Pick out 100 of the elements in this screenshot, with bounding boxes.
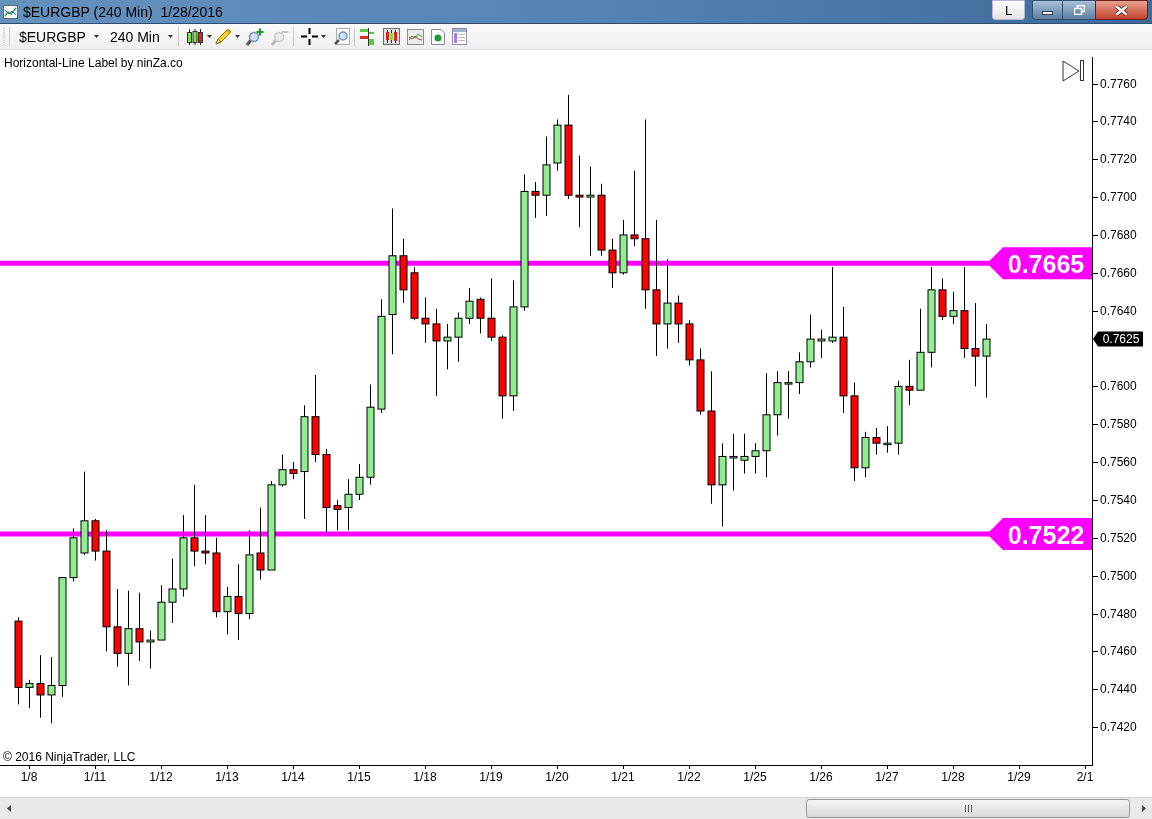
candlestick [905,359,914,406]
grip-handle[interactable] [3,28,5,45]
restore-icon [1073,5,1085,15]
zoom-in-icon[interactable] [244,27,264,46]
candlestick [696,348,705,416]
line-chart-icon[interactable] [406,28,424,45]
axis-label: 0.7640 [1100,303,1137,318]
axis-label: 1/27 [875,770,899,784]
axis-label: 0.7680 [1100,227,1137,242]
candlestick-icon [185,27,204,46]
candlestick [685,319,694,367]
axis-label: 1/20 [545,770,569,784]
axis-label: 1/8 [20,770,38,784]
crosshair-icon [300,28,318,45]
ref-line-label: 0.7665 [1007,250,1085,279]
axis-label: 0.7580 [1100,417,1137,432]
axis-label: 0.7540 [1100,492,1137,507]
minimize-icon [1042,11,1053,15]
window-title: $EURGBP (240 Min) 1/28/2016 [23,4,223,19]
left-arrow-icon [6,805,11,812]
caret-icon [93,35,99,38]
candlestick [553,118,562,172]
candlestick [69,527,78,582]
caret-icon [167,35,173,38]
candlestick [47,656,56,724]
axis-label: 0.7440 [1100,682,1137,697]
crosshair-dropdown[interactable] [300,26,326,47]
candlestick [201,514,210,565]
candlestick [399,238,408,304]
candlestick [454,312,463,363]
candlestick [410,266,419,321]
axis-label: 0.7740 [1100,114,1137,129]
last-price-marker: 0.7625 [1093,331,1143,347]
candlestick [476,296,485,334]
candlestick [487,278,496,342]
chart-style-dropdown[interactable] [185,26,212,47]
caret-icon [234,35,240,38]
right-arrow-icon [1141,805,1146,812]
axis-label: 1/26 [809,770,833,784]
axis-label: 1/21 [611,770,635,784]
magnifier-icon[interactable] [333,28,350,45]
axis-label: 1/13 [215,770,239,784]
minimize-button[interactable] [1032,0,1063,20]
axis-label: 1/29 [1007,770,1031,784]
scrollbar-track[interactable] [0,797,1152,819]
candlestick [608,238,617,289]
candlestick [223,586,232,635]
candlestick [740,433,749,474]
axis-label: 0.7420 [1100,720,1137,735]
table-icon[interactable] [451,28,467,45]
restore-button[interactable] [1063,0,1095,20]
candlestick [861,431,870,478]
candlestick [333,499,342,531]
axis-label: 0.7600 [1100,379,1137,394]
document-icon[interactable] [430,28,445,45]
axis-label: 1/25 [743,770,767,784]
candlestick [421,296,430,344]
close-icon [1115,4,1128,16]
candlestick [949,291,958,325]
close-button[interactable] [1095,0,1148,20]
axis-label: 0.7720 [1100,152,1137,167]
axis-label: 1/19 [479,770,503,784]
grip-icon [964,805,972,812]
instrument-dropdown[interactable]: $EURGBP [18,25,100,48]
caret-icon [206,35,212,38]
ref-line-label: 0.7522 [1007,521,1085,550]
copyright-text: © 2016 NinjaTrader, LLC [3,750,136,764]
candlestick [751,442,760,474]
candlestick [817,329,826,359]
price-label: 0.7665 [987,247,1092,280]
axis-label: 1/14 [281,770,305,784]
axis-label: 0.7480 [1100,606,1137,621]
candlestick-chart-icon[interactable] [382,28,400,45]
pencil-icon [214,28,232,45]
axis-label: 0.7760 [1100,76,1137,91]
candlestick [355,463,364,501]
candlestick [278,454,287,488]
candlestick [872,427,881,456]
candlestick [806,313,815,368]
skip-to-end-icon[interactable] [1062,60,1084,82]
axis-label: 0.7460 [1100,644,1137,659]
axis-label: 0.7660 [1100,265,1137,280]
scrollbar-thumb[interactable] [806,799,1130,818]
drawing-tool-dropdown[interactable] [214,26,240,47]
axis-label: 0.7560 [1100,455,1137,470]
candlestick [443,323,452,370]
chart-icon [3,4,18,19]
interval-dropdown[interactable]: 240 Min [108,25,174,48]
price-label: 0.7522 [987,518,1092,551]
candlestick [784,370,793,420]
l-button[interactable]: L [992,0,1025,20]
candlestick [465,287,474,325]
candlestick [729,433,738,491]
candlestick [168,558,177,624]
bars-icon[interactable] [358,27,376,46]
axis-label: 0.7700 [1100,190,1137,205]
axis-label: 2/1 [1076,770,1094,784]
candlestick [795,351,804,395]
candlestick [674,295,683,344]
candlestick [146,630,155,669]
